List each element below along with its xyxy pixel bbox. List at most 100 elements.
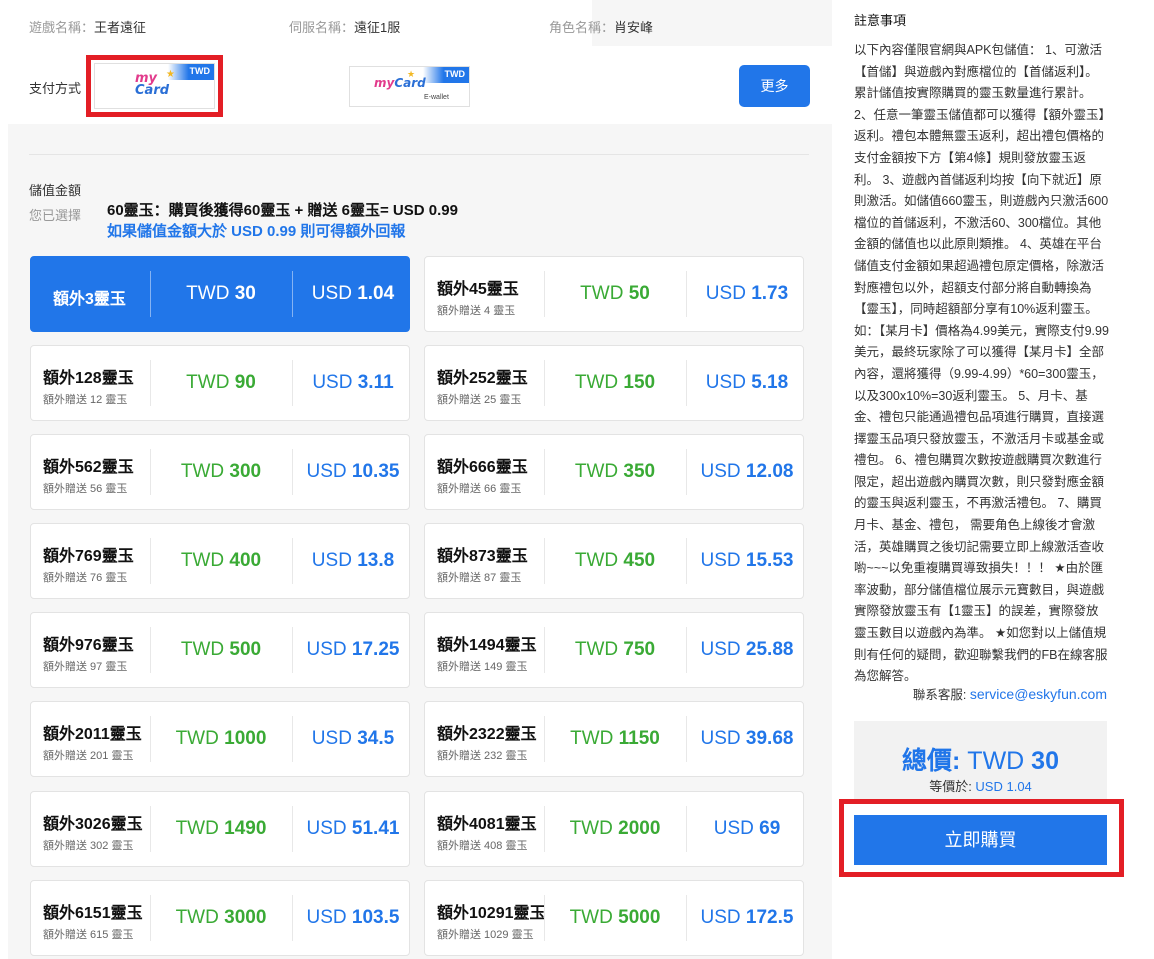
option-name: 額外45靈玉 xyxy=(437,281,519,298)
option-usd-price: USD 103.5 xyxy=(293,907,413,929)
amount-option[interactable]: 額外4081靈玉 額外贈送 408 靈玉 TWD 2000 USD 69 xyxy=(424,791,804,867)
usd-value: 1.73 xyxy=(751,283,789,304)
option-twd-price: TWD 750 xyxy=(545,639,685,661)
twd-value: 750 xyxy=(623,639,656,660)
twd-prefix: TWD xyxy=(570,728,619,749)
option-usd-price: USD 17.25 xyxy=(293,639,413,661)
option-twd-price: TWD 3000 xyxy=(151,907,291,929)
amount-option[interactable]: 額外2011靈玉 額外贈送 201 靈玉 TWD 1000 USD 34.5 xyxy=(30,701,410,777)
server-name-value: 遠征1服 xyxy=(354,20,401,35)
total-label: 總價: xyxy=(902,747,968,775)
amount-option[interactable]: 額外10291靈玉 額外贈送 1029 靈玉 TWD 5000 USD 172.5 xyxy=(424,880,804,956)
payment-row: 支付方式 TWD my Card ★ TWD myCard ★ E-wallet … xyxy=(8,46,832,124)
star-icon: ★ xyxy=(407,69,416,79)
server-name-label: 伺服名稱： xyxy=(289,20,355,35)
option-bonus: 額外贈送 232 靈玉 xyxy=(437,750,528,762)
usd-value: 34.5 xyxy=(357,728,395,749)
game-name-info: 遊戲名稱：王者遠征 xyxy=(29,17,146,36)
option-usd-price: USD 34.5 xyxy=(293,728,413,750)
usd-prefix: USD xyxy=(700,550,746,571)
amount-option[interactable]: 額外976靈玉額外贈送 97 靈玉 TWD 500 USD 17.25 xyxy=(30,612,410,688)
option-twd-price: TWD 5000 xyxy=(545,907,685,929)
contact-line: 聯系客服: service@eskyfun.com xyxy=(854,684,1107,703)
usd-value: 25.88 xyxy=(745,639,794,660)
total-currency: TWD xyxy=(967,747,1032,775)
option-twd-price: TWD 450 xyxy=(545,550,685,572)
usd-prefix: USD xyxy=(700,639,746,660)
twd-prefix: TWD xyxy=(186,283,235,304)
amount-subtitle: 您已選擇 xyxy=(29,208,82,223)
ewallet-label: E-wallet xyxy=(424,94,449,101)
amount-option[interactable]: 額外252靈玉 額外贈送 25 靈玉 TWD 150 USD 5.18 xyxy=(424,345,804,421)
option-bonus: 額外贈送 408 靈玉 xyxy=(437,840,528,852)
game-name-label: 遊戲名稱： xyxy=(29,20,95,35)
option-twd-price: TWD 1490 xyxy=(151,818,291,840)
buy-now-button[interactable]: 立即購買 xyxy=(854,815,1107,865)
amount-option[interactable]: 額外6151靈玉 額外贈送 615 靈玉 TWD 3000 USD 103.5 xyxy=(30,880,410,956)
usd-value: 172.5 xyxy=(745,907,794,928)
amount-option[interactable]: 額外128靈玉 額外贈送 12 靈玉 TWD 90 USD 3.11 xyxy=(30,345,410,421)
contact-email-link[interactable]: service@eskyfun.com xyxy=(970,686,1107,702)
usd-prefix: USD xyxy=(306,461,352,482)
option-name: 額外769靈玉 xyxy=(43,548,134,565)
amount-option[interactable]: 額外45靈玉 額外贈送 4 靈玉 TWD 50 USD 1.73 xyxy=(424,256,804,332)
option-name: 額外873靈玉 xyxy=(437,548,528,565)
usd-value: 10.35 xyxy=(351,461,400,482)
option-name: 額外10291靈玉 xyxy=(437,905,546,922)
selection-summary: 60靈玉：購買後獲得60靈玉 + 贈送 6靈玉= USD 0.99 xyxy=(107,202,458,219)
option-name: 額外1494靈玉 xyxy=(437,637,537,654)
payment-method-mycard[interactable]: TWD my Card ★ xyxy=(94,63,215,109)
usd-prefix: USD xyxy=(306,818,352,839)
amount-option[interactable]: 額外769靈玉 額外贈送 76 靈玉 TWD 400 USD 13.8 xyxy=(30,523,410,599)
amount-option[interactable]: 額外3026靈玉 額外贈送 302 靈玉 TWD 1490 USD 51.41 xyxy=(30,791,410,867)
twd-prefix: TWD xyxy=(175,818,225,839)
option-twd-price: TWD 90 xyxy=(151,372,291,394)
twd-value: 1490 xyxy=(224,818,267,839)
equivalent-value: USD 1.04 xyxy=(975,779,1032,794)
usd-prefix: USD xyxy=(311,550,358,571)
amount-option[interactable]: 額外1494靈玉 額外贈送 149 靈玉 TWD 750 USD 25.88 xyxy=(424,612,804,688)
option-bonus: 額外贈送 4 靈玉 xyxy=(437,305,516,317)
option-twd-price: TWD 500 xyxy=(151,639,291,661)
usd-value: 51.41 xyxy=(351,818,400,839)
option-bonus: 額外贈送 12 靈玉 xyxy=(43,394,128,406)
amount-option[interactable]: 額外666靈玉 額外贈送 66 靈玉 TWD 350 USD 12.08 xyxy=(424,434,804,510)
more-payment-button[interactable]: 更多 xyxy=(739,65,810,107)
twd-value: 400 xyxy=(229,550,262,571)
option-bonus: 額外贈送 201 靈玉 xyxy=(43,750,134,762)
twd-prefix: TWD xyxy=(569,907,619,928)
option-usd-price: USD 13.8 xyxy=(293,550,413,572)
amount-option[interactable]: 額外2322靈玉 額外贈送 232 靈玉 TWD 1150 USD 39.68 xyxy=(424,701,804,777)
option-bonus: 額外贈送 87 靈玉 xyxy=(437,572,522,584)
option-bonus: 額外贈送 76 靈玉 xyxy=(43,572,128,584)
option-usd-price: USD 25.88 xyxy=(687,639,807,661)
usd-value: 1.04 xyxy=(357,283,395,304)
usd-value: 17.25 xyxy=(351,639,400,660)
option-usd-price: USD 39.68 xyxy=(687,728,807,750)
notice-text: 以下內容僅限官網與APK包儲值： 1、可激活【首儲】與遊戲內對應檔位的【首儲返利… xyxy=(854,43,1109,684)
option-name: 額外976靈玉 xyxy=(43,637,134,654)
game-name-value: 王者遠征 xyxy=(94,20,147,35)
usd-prefix: USD xyxy=(311,728,358,749)
twd-value: 3000 xyxy=(224,907,267,928)
amount-option[interactable]: 額外3靈玉 TWD 30 USD 1.04 xyxy=(30,256,410,332)
option-bonus: 額外贈送 97 靈玉 xyxy=(43,661,128,673)
option-usd-price: USD 1.04 xyxy=(293,283,413,305)
equivalent-price: 等價於: USD 1.04 xyxy=(854,776,1107,795)
amount-option[interactable]: 額外562靈玉 額外贈送 56 靈玉 TWD 300 USD 10.35 xyxy=(30,434,410,510)
usd-prefix: USD xyxy=(713,818,760,839)
star-icon: ★ xyxy=(166,69,175,80)
option-usd-price: USD 172.5 xyxy=(687,907,807,929)
role-name-value: 肖安峰 xyxy=(614,20,654,35)
payment-method-mycard-ewallet[interactable]: TWD myCard ★ E-wallet xyxy=(349,66,470,107)
twd-prefix: TWD xyxy=(180,461,230,482)
option-name: 額外666靈玉 xyxy=(437,459,528,476)
role-name-label: 角色名稱： xyxy=(549,20,615,35)
usd-prefix: USD xyxy=(705,283,752,304)
amount-option[interactable]: 額外873靈玉 額外贈送 87 靈玉 TWD 450 USD 15.53 xyxy=(424,523,804,599)
twd-prefix: TWD xyxy=(186,372,235,393)
amount-title: 儲值金額 xyxy=(29,183,82,198)
twd-value: 500 xyxy=(229,639,262,660)
payment-label: 支付方式 xyxy=(29,81,82,96)
option-name: 額外3靈玉 xyxy=(53,291,126,308)
